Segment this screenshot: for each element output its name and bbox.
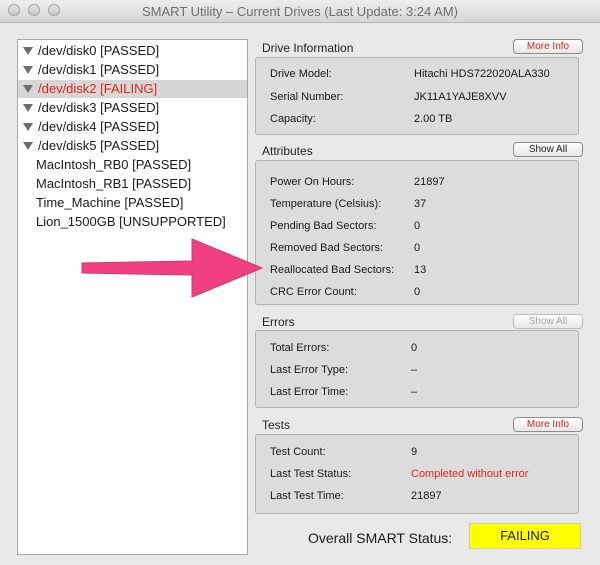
volume-label: MacIntosh_RB0 [PASSED] (36, 157, 192, 172)
attributes-panel: Power On Hours: 21897 Temperature (Celsi… (255, 160, 579, 305)
tests-panel: Test Count: 9 Last Test Status: Complete… (255, 434, 579, 514)
volume-label: Lion_1500GB [UNSUPPORTED] (36, 214, 226, 229)
volume-row-lion-1500gb[interactable]: Lion_1500GB [UNSUPPORTED] (18, 213, 247, 231)
test-count-value: 9 (411, 446, 418, 458)
drive-row-disk3[interactable]: /dev/disk3 [PASSED] (18, 99, 247, 117)
volume-row-time-machine[interactable]: Time_Machine [PASSED] (18, 194, 247, 212)
drive-label: /dev/disk1 [PASSED] (38, 62, 160, 77)
reallocated-bad-sectors-label: Reallocated Bad Sectors: (270, 264, 395, 276)
reallocated-bad-sectors-value: 13 (414, 264, 427, 276)
last-test-time-value: 21897 (411, 490, 442, 502)
attributes-show-all-button[interactable]: Show All (513, 142, 583, 157)
volume-label: Time_Machine [PASSED] (36, 195, 184, 210)
last-error-time-value: – (411, 386, 418, 398)
capacity-value: 2.00 TB (414, 113, 453, 125)
last-error-time-label: Last Error Time: (270, 386, 349, 398)
drive-label: /dev/disk2 [FAILING] (38, 81, 158, 96)
volume-row-macintosh-rb0[interactable]: MacIntosh_RB0 [PASSED] (18, 156, 247, 174)
power-on-hours-label: Power On Hours: (270, 176, 355, 188)
disclosure-triangle-icon[interactable] (23, 142, 33, 150)
drive-information-panel: Drive Model: Hitachi HDS722020ALA330 Ser… (255, 57, 579, 135)
attributes-heading: Attributes (262, 144, 313, 158)
errors-show-all-button[interactable]: Show All (513, 314, 583, 329)
overall-status-badge: FAILING (469, 523, 581, 549)
crc-error-count-label: CRC Error Count: (270, 286, 357, 298)
disclosure-triangle-icon[interactable] (23, 66, 33, 74)
temperature-value: 37 (414, 198, 427, 210)
tests-more-info-button[interactable]: More Info (513, 417, 583, 432)
drive-row-disk4[interactable]: /dev/disk4 [PASSED] (18, 118, 247, 136)
disclosure-triangle-icon[interactable] (23, 47, 33, 55)
drive-label: /dev/disk5 [PASSED] (38, 138, 160, 153)
drive-label: /dev/disk0 [PASSED] (38, 43, 160, 58)
serial-number-label: Serial Number: (270, 91, 344, 103)
drive-row-disk2[interactable]: /dev/disk2 [FAILING] (18, 80, 247, 98)
errors-heading: Errors (262, 315, 295, 329)
disclosure-triangle-icon[interactable] (23, 104, 33, 112)
drive-more-info-button[interactable]: More Info (513, 39, 583, 54)
serial-number-value: JK11A1YAJE8XVV (414, 91, 507, 103)
drive-row-disk1[interactable]: /dev/disk1 [PASSED] (18, 61, 247, 79)
annotation-arrow-icon (81, 238, 264, 298)
last-test-status-label: Last Test Status: (270, 468, 352, 480)
drive-row-disk5[interactable]: /dev/disk5 [PASSED] (18, 137, 247, 155)
removed-bad-sectors-label: Removed Bad Sectors: (270, 242, 384, 254)
pending-bad-sectors-label: Pending Bad Sectors: (270, 220, 377, 232)
drive-label: /dev/disk4 [PASSED] (38, 119, 160, 134)
test-count-label: Test Count: (270, 446, 326, 458)
drive-model-label: Drive Model: (270, 68, 332, 80)
total-errors-label: Total Errors: (270, 342, 330, 354)
pending-bad-sectors-value: 0 (414, 220, 421, 232)
crc-error-count-value: 0 (414, 286, 421, 298)
last-error-type-label: Last Error Type: (270, 364, 349, 376)
drive-row-disk0[interactable]: /dev/disk0 [PASSED] (18, 42, 247, 60)
power-on-hours-value: 21897 (414, 176, 445, 188)
removed-bad-sectors-value: 0 (414, 242, 421, 254)
last-test-status-value: Completed without error (411, 468, 529, 480)
disclosure-triangle-icon[interactable] (23, 123, 33, 131)
title-bar: SMART Utility – Current Drives (Last Upd… (0, 0, 600, 23)
disclosure-triangle-icon[interactable] (23, 85, 33, 93)
drive-information-heading: Drive Information (262, 41, 354, 55)
last-test-time-label: Last Test Time: (270, 490, 344, 502)
window-title: SMART Utility – Current Drives (Last Upd… (142, 4, 458, 19)
volume-row-macintosh-rb1[interactable]: MacIntosh_RB1 [PASSED] (18, 175, 247, 193)
overall-smart-status-label: Overall SMART Status: (308, 530, 453, 546)
volume-label: MacIntosh_RB1 [PASSED] (36, 176, 192, 191)
drive-label: /dev/disk3 [PASSED] (38, 100, 160, 115)
errors-panel: Total Errors: 0 Last Error Type: – Last … (255, 330, 579, 408)
tests-heading: Tests (262, 418, 291, 432)
capacity-label: Capacity: (270, 113, 316, 125)
temperature-label: Temperature (Celsius): (270, 198, 382, 210)
drive-model-value: Hitachi HDS722020ALA330 (414, 68, 550, 80)
total-errors-value: 0 (411, 342, 418, 354)
last-error-type-value: – (411, 364, 418, 376)
